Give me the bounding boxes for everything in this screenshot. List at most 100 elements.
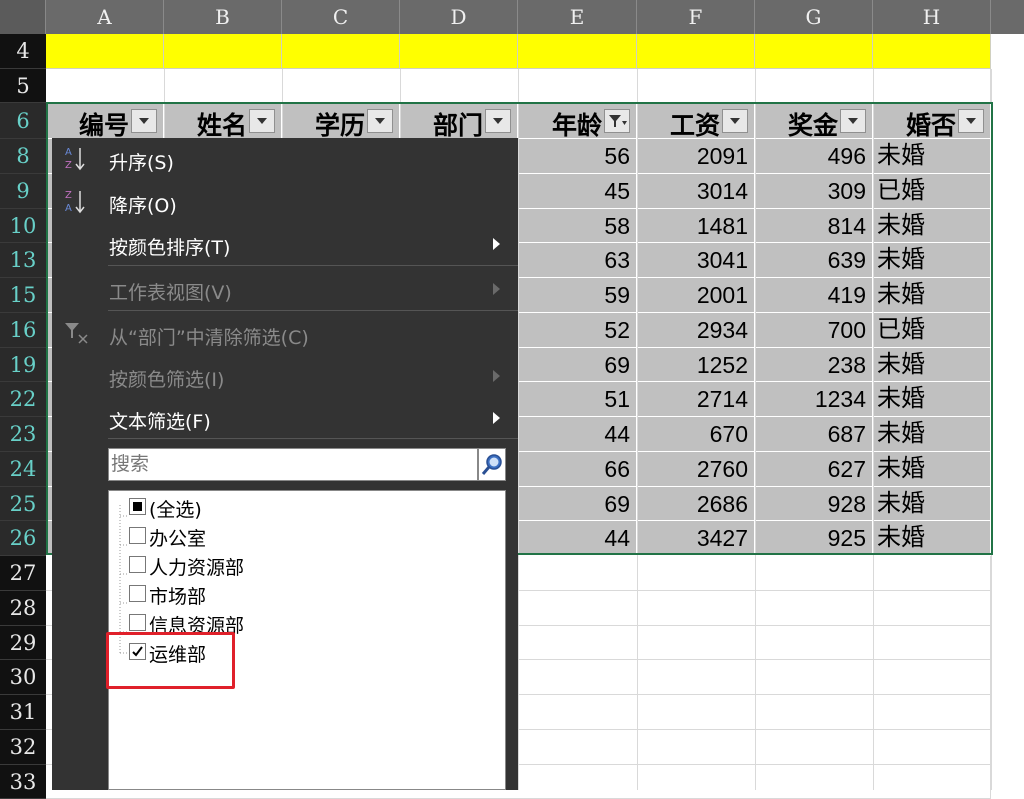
cell-salary[interactable]: 2714 — [637, 382, 755, 417]
cell-c4[interactable] — [282, 34, 400, 69]
row-header-4[interactable]: 4 — [0, 34, 46, 69]
cell-age[interactable]: 69 — [518, 348, 637, 383]
row-header-5[interactable]: 5 — [0, 69, 46, 103]
cell-married[interactable]: 未婚 — [873, 452, 991, 487]
list-item[interactable]: 市场部 — [109, 580, 507, 609]
search-button[interactable] — [478, 448, 506, 481]
cell-married[interactable]: 未婚 — [873, 209, 991, 244]
header-cell-married[interactable]: 婚否 — [873, 103, 991, 139]
cell-married[interactable]: 未婚 — [873, 417, 991, 452]
cell-age[interactable]: 45 — [518, 174, 637, 209]
cell-salary[interactable]: 2091 — [637, 139, 755, 174]
cell-g4[interactable] — [755, 34, 873, 69]
list-item[interactable]: 人力资源部 — [109, 551, 507, 580]
cell-married[interactable]: 未婚 — [873, 382, 991, 417]
header-cell-education[interactable]: 学历 — [282, 103, 400, 139]
cell-salary[interactable]: 2934 — [637, 313, 755, 348]
row-header[interactable]: 26 — [0, 521, 46, 556]
column-header-e[interactable]: E — [518, 0, 637, 34]
filter-by-color-item[interactable]: 按颜色筛选(I) — [52, 355, 518, 397]
row-header[interactable]: 9 — [0, 174, 46, 209]
text-filter-item[interactable]: 文本筛选(F) — [52, 397, 518, 439]
filter-dropdown-button[interactable] — [131, 109, 157, 133]
row-header[interactable]: 33 — [0, 765, 46, 799]
list-item-select-all[interactable]: (全选) — [109, 493, 507, 522]
cell-married[interactable]: 未婚 — [873, 243, 991, 278]
checkbox-partial[interactable] — [129, 498, 146, 515]
cell-d4[interactable] — [400, 34, 518, 69]
cell-bonus[interactable]: 687 — [755, 417, 873, 452]
filter-dropdown-button[interactable] — [249, 109, 275, 133]
sort-descending-item[interactable]: Z A 降序(O) — [52, 181, 518, 223]
checkbox[interactable] — [129, 614, 146, 631]
cell-bonus[interactable]: 309 — [755, 174, 873, 209]
row-header[interactable]: 8 — [0, 139, 46, 174]
cell-age[interactable]: 56 — [518, 139, 637, 174]
cell-salary[interactable]: 2001 — [637, 278, 755, 313]
row-header-6[interactable]: 6 — [0, 103, 46, 139]
row-header[interactable]: 28 — [0, 591, 46, 626]
cell-b4[interactable] — [164, 34, 282, 69]
cell-salary[interactable]: 3014 — [637, 174, 755, 209]
clear-filter-item[interactable]: 从“部门”中清除筛选(C) — [52, 313, 518, 355]
row-header[interactable]: 27 — [0, 556, 46, 591]
cell-age[interactable]: 58 — [518, 209, 637, 244]
cell-bonus[interactable]: 814 — [755, 209, 873, 244]
cell-married[interactable]: 未婚 — [873, 487, 991, 522]
cell-bonus[interactable]: 627 — [755, 452, 873, 487]
row-header[interactable]: 30 — [0, 660, 46, 695]
cell-bonus[interactable]: 238 — [755, 348, 873, 383]
cell-age[interactable]: 44 — [518, 521, 637, 556]
filter-dropdown-button[interactable] — [722, 109, 748, 133]
row-header[interactable]: 15 — [0, 278, 46, 313]
cell-bonus[interactable]: 639 — [755, 243, 873, 278]
search-input[interactable]: 搜索 — [108, 448, 478, 481]
row-header[interactable]: 31 — [0, 695, 46, 730]
sheet-view-item[interactable]: 工作表视图(V) — [52, 268, 518, 310]
sort-ascending-item[interactable]: A Z 升序(S) — [52, 138, 518, 180]
cell-married[interactable]: 已婚 — [873, 313, 991, 348]
column-header-a[interactable]: A — [46, 0, 164, 34]
cell-bonus[interactable]: 700 — [755, 313, 873, 348]
column-header-f[interactable]: F — [637, 0, 755, 34]
filter-dropdown-button[interactable] — [840, 109, 866, 133]
checkbox[interactable] — [129, 527, 146, 544]
cell-salary[interactable]: 3427 — [637, 521, 755, 556]
cell-h4[interactable] — [873, 34, 991, 69]
cell-age[interactable]: 63 — [518, 243, 637, 278]
row-header[interactable]: 19 — [0, 348, 46, 383]
checkbox[interactable] — [129, 585, 146, 602]
cell-salary[interactable]: 1252 — [637, 348, 755, 383]
row-header[interactable]: 25 — [0, 487, 46, 522]
cell-e4[interactable] — [518, 34, 637, 69]
column-header-g[interactable]: G — [755, 0, 873, 34]
column-header-h[interactable]: H — [873, 0, 991, 34]
cell-salary[interactable]: 1481 — [637, 209, 755, 244]
filter-dropdown-button[interactable] — [367, 109, 393, 133]
filter-dropdown-button[interactable] — [485, 109, 511, 133]
cell-married[interactable]: 未婚 — [873, 348, 991, 383]
column-header-d[interactable]: D — [400, 0, 518, 34]
checkbox[interactable] — [129, 556, 146, 573]
row-header[interactable]: 22 — [0, 382, 46, 417]
filter-active-button[interactable] — [604, 109, 630, 133]
filter-dropdown-button[interactable] — [958, 109, 984, 133]
cell-a4[interactable] — [46, 34, 164, 69]
cell-age[interactable]: 59 — [518, 278, 637, 313]
cell-bonus[interactable]: 1234 — [755, 382, 873, 417]
cell-salary[interactable]: 3041 — [637, 243, 755, 278]
cell-married[interactable]: 已婚 — [873, 174, 991, 209]
select-all-corner[interactable] — [0, 0, 46, 34]
row-header[interactable]: 24 — [0, 452, 46, 487]
column-header-b[interactable]: B — [164, 0, 282, 34]
cell-salary[interactable]: 2760 — [637, 452, 755, 487]
cell-age[interactable]: 44 — [518, 417, 637, 452]
header-cell-name[interactable]: 姓名 — [164, 103, 282, 139]
cell-bonus[interactable]: 928 — [755, 487, 873, 522]
row-header[interactable]: 32 — [0, 730, 46, 765]
cell-age[interactable]: 51 — [518, 382, 637, 417]
row-header[interactable]: 16 — [0, 313, 46, 348]
sort-by-color-item[interactable]: 按颜色排序(T) — [52, 223, 518, 265]
header-cell-id[interactable]: 编号 — [46, 103, 164, 139]
cell-married[interactable]: 未婚 — [873, 278, 991, 313]
